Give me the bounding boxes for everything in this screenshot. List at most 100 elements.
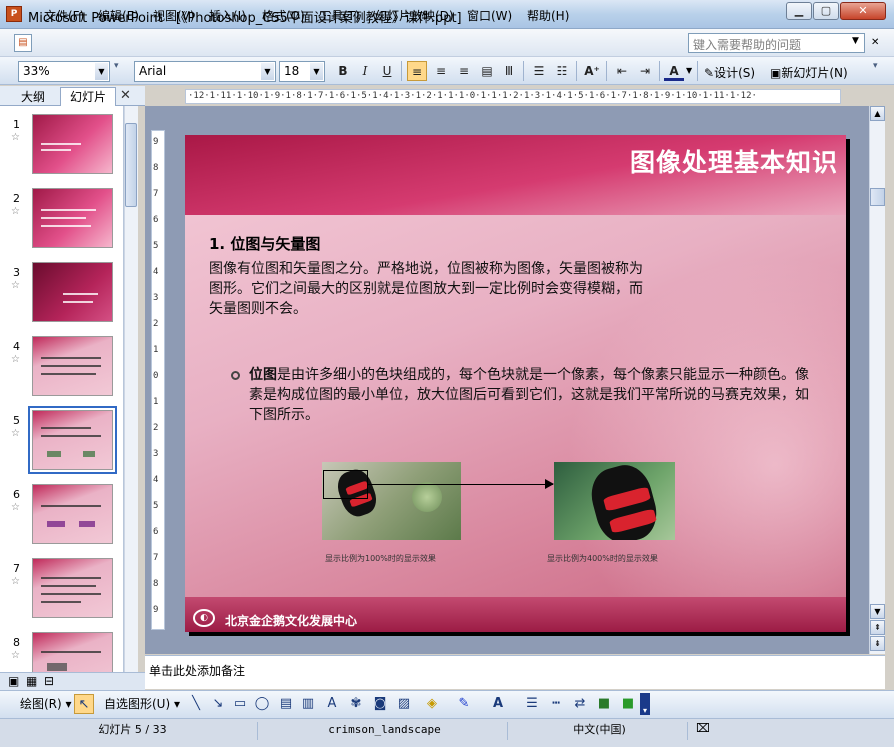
toolbar-options-icon[interactable]: ▾ (640, 693, 650, 715)
slideshow-view-icon[interactable]: ⊟ (44, 674, 54, 688)
size-combo[interactable]: 18 ▼ (279, 61, 325, 82)
wordart-icon[interactable]: A (322, 694, 342, 714)
previous-slide-icon[interactable]: ⇞ (870, 620, 885, 635)
align-center-button[interactable]: ≡ (431, 61, 451, 81)
notes-pane[interactable]: 单击此处添加备注 (145, 655, 885, 689)
penguin-logo-icon: ◐ (193, 609, 215, 627)
font-color-button[interactable]: A (664, 61, 684, 81)
oval-icon[interactable]: ◯ (252, 694, 272, 714)
slide-thumbnail-6[interactable] (32, 484, 113, 544)
slide-title[interactable]: 图像处理基本知识 (630, 143, 838, 179)
maximize-button[interactable]: ▢ (813, 2, 839, 20)
spellcheck-icon[interactable]: ⌧ (696, 721, 710, 735)
section-heading[interactable]: 1. 位图与矢量图 (209, 233, 320, 254)
distribute-button[interactable]: ▤ (477, 61, 497, 81)
bullets-button[interactable]: ☷ (552, 61, 572, 81)
align-left-button[interactable]: ≡ (407, 61, 427, 81)
draw-menu[interactable]: 绘图(R) ▾ (20, 695, 72, 712)
next-slide-icon[interactable]: ⇟ (870, 636, 885, 651)
increase-font-button[interactable]: A⁺ (582, 61, 602, 81)
menu-view[interactable]: 视图(V) (153, 7, 195, 24)
tab-outline[interactable]: 大纲 (12, 88, 54, 106)
slide-thumbnail-8[interactable] (32, 632, 113, 672)
normal-view-icon[interactable]: ▣ (8, 674, 19, 688)
shadow-icon[interactable]: ■ (594, 694, 614, 714)
horizontal-ruler: ·12·1·11·1·10·1·9·1·8·1·7·1·6·1·5·1·4·1·… (185, 89, 841, 104)
vertical-text-button[interactable]: Ⅲ (499, 61, 519, 81)
align-right-button[interactable]: ≡ (454, 61, 474, 81)
toolbar-options-icon[interactable]: ▾ (873, 61, 878, 71)
caption-400[interactable]: 显示比例为400%时的显示效果 (547, 553, 658, 564)
chevron-down-icon[interactable]: ▼ (310, 63, 323, 80)
size-value: 18 (284, 64, 300, 78)
3d-style-icon[interactable]: ■ (618, 694, 638, 714)
close-icon[interactable]: ✕ (120, 88, 131, 103)
picture-icon[interactable]: ▨ (394, 694, 414, 714)
close-doc-icon[interactable]: ✕ (871, 37, 879, 48)
autoshapes-menu[interactable]: 自选图形(U) ▾ (104, 695, 180, 712)
slide-thumbnail-5[interactable] (28, 406, 117, 474)
font-combo[interactable]: Arial ▼ (134, 61, 276, 82)
slide-thumbnail-3[interactable] (32, 262, 113, 322)
slide-thumbnail-4[interactable] (32, 336, 113, 396)
slide-canvas[interactable]: 图像处理基本知识 1. 位图与矢量图 图像有位图和矢量图之分。严格地说，位图被称… (185, 135, 846, 632)
scroll-down-icon[interactable]: ▼ (870, 604, 885, 619)
minimize-button[interactable]: ▁ (786, 2, 812, 20)
sorter-view-icon[interactable]: ▦ (26, 674, 37, 688)
menu-slideshow[interactable]: 幻灯片放映(D) (375, 7, 454, 24)
scrollbar-thumb[interactable] (870, 188, 885, 206)
footer-text[interactable]: 北京金企鹅文化发展中心 (225, 612, 357, 629)
help-search-input[interactable]: 键入需要帮助的问题 (688, 33, 865, 53)
chevron-down-icon[interactable]: ▼ (95, 63, 108, 80)
rectangle-icon[interactable]: ▭ (230, 694, 250, 714)
menu-format[interactable]: 格式(O) (262, 7, 305, 24)
increase-indent-button[interactable]: ⇥ (635, 61, 655, 81)
chevron-down-icon[interactable]: ▼ (261, 63, 274, 80)
zoom-combo[interactable]: 33% ▼ (18, 61, 110, 82)
menu-window[interactable]: 窗口(W) (467, 7, 512, 24)
diagram-icon[interactable]: ✾ (346, 694, 366, 714)
scrollbar-thumb[interactable] (125, 123, 137, 207)
chevron-down-icon[interactable]: ▼ (686, 66, 692, 75)
caption-100[interactable]: 显示比例为100%时的显示效果 (325, 553, 436, 564)
clipart-icon[interactable]: ◙ (370, 694, 390, 714)
animation-star-icon: ☆ (11, 280, 20, 291)
select-pointer-icon[interactable]: ↖ (74, 694, 94, 714)
vertical-textbox-icon[interactable]: ▥ (298, 694, 318, 714)
fill-color-icon[interactable]: ◈ (422, 694, 442, 714)
italic-button[interactable]: I (355, 61, 375, 81)
underline-button[interactable]: U (377, 61, 397, 81)
line-style-icon[interactable]: ☰ (522, 694, 542, 714)
section-body-text[interactable]: 图像有位图和矢量图之分。严格地说，位图被称为图像，矢量图被称为图形。它们之间最大… (209, 259, 649, 319)
slide-thumbnail-2[interactable] (32, 188, 113, 248)
close-button[interactable]: ✕ (840, 2, 886, 20)
toolbar-options-icon[interactable]: ▾ (114, 61, 119, 71)
chevron-down-icon[interactable]: ▼ (852, 36, 859, 46)
arrow-style-icon[interactable]: ⇄ (570, 694, 590, 714)
line-icon[interactable]: ╲ (186, 694, 206, 714)
decrease-indent-button[interactable]: ⇤ (612, 61, 632, 81)
menu-tools[interactable]: 工具(T) (319, 7, 360, 24)
document-icon[interactable]: ▤ (14, 34, 32, 52)
new-slide-button[interactable]: ▣新幻灯片(N) (770, 64, 848, 81)
tab-slides[interactable]: 幻灯片 (60, 87, 116, 106)
design-button[interactable]: ✎设计(S) (704, 64, 755, 81)
menu-edit[interactable]: 编辑(E) (98, 7, 139, 24)
arrow-icon[interactable]: ↘ (208, 694, 228, 714)
menu-insert[interactable]: 插入(I) (209, 7, 246, 24)
scroll-up-icon[interactable]: ▲ (870, 106, 885, 121)
textbox-icon[interactable]: ▤ (276, 694, 296, 714)
menu-help[interactable]: 帮助(H) (527, 7, 569, 24)
numbering-button[interactable]: ☰ (529, 61, 549, 81)
bold-button[interactable]: B (333, 61, 353, 81)
line-color-icon[interactable]: ✎ (454, 694, 474, 714)
font-color-icon[interactable]: A (488, 694, 508, 714)
bitmap-400-image[interactable] (554, 462, 675, 540)
menu-file[interactable]: 文件(F) (44, 7, 84, 24)
vertical-scrollbar[interactable]: ▲ ▼ ⇞ ⇟ (869, 106, 885, 654)
slide-thumbnail-1[interactable] (32, 114, 113, 174)
bullet-paragraph[interactable]: 位图是由许多细小的色块组成的，每个色块就是一个像素，每个像素只能显示一种颜色。像… (249, 365, 809, 425)
dash-style-icon[interactable]: ┅ (546, 694, 566, 714)
slide-thumbnail-7[interactable] (32, 558, 113, 618)
powerpoint-icon[interactable]: P (6, 6, 22, 22)
